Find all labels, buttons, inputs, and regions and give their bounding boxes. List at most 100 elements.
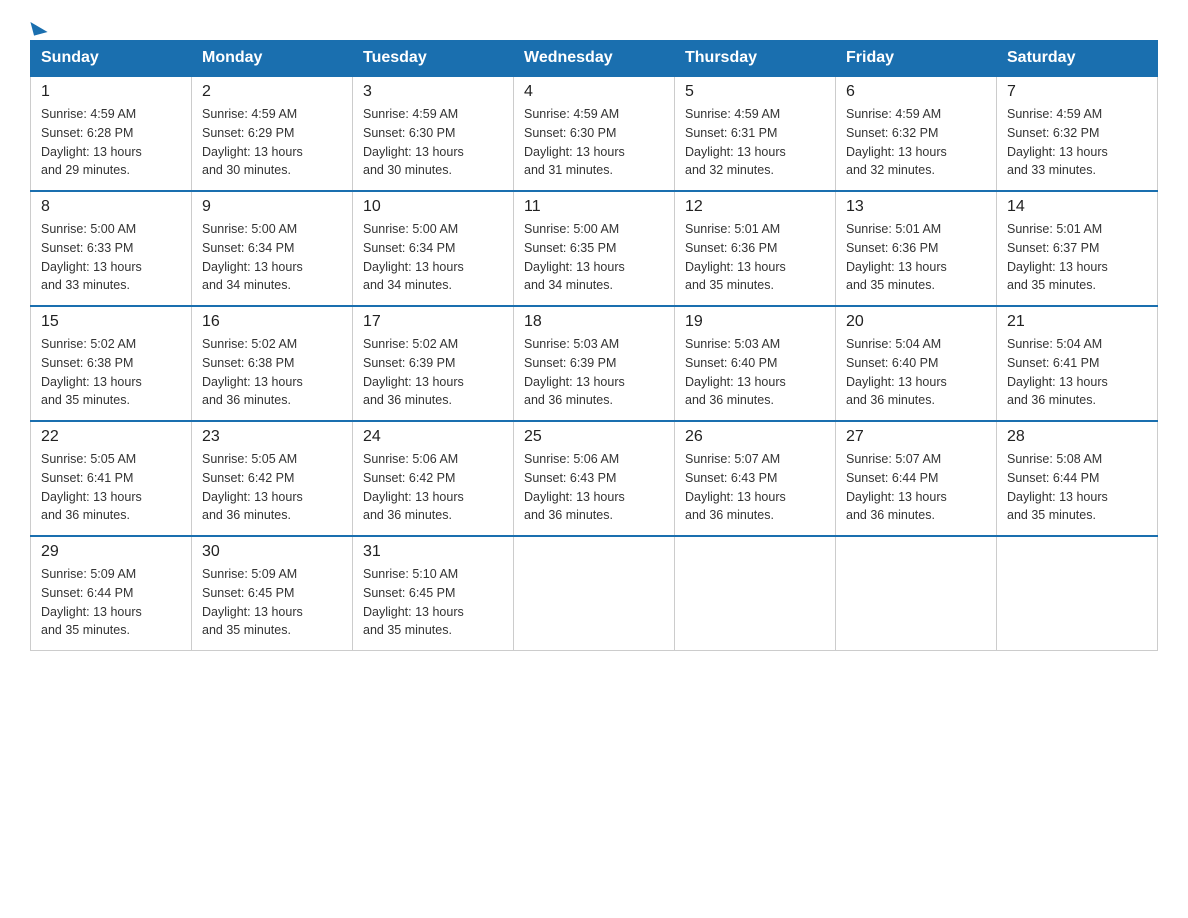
day-number: 9 <box>202 198 342 216</box>
day-info: Sunrise: 5:06 AMSunset: 6:42 PMDaylight:… <box>363 450 503 525</box>
day-number: 30 <box>202 543 342 561</box>
day-number: 4 <box>524 83 664 101</box>
day-number: 5 <box>685 83 825 101</box>
day-info: Sunrise: 5:03 AMSunset: 6:40 PMDaylight:… <box>685 335 825 410</box>
day-number: 20 <box>846 313 986 331</box>
calendar-cell: 11 Sunrise: 5:00 AMSunset: 6:35 PMDayligh… <box>514 191 675 306</box>
calendar-cell: 18 Sunrise: 5:03 AMSunset: 6:39 PMDayligh… <box>514 306 675 421</box>
header-wednesday: Wednesday <box>514 41 675 77</box>
day-info: Sunrise: 5:02 AMSunset: 6:39 PMDaylight:… <box>363 335 503 410</box>
day-info: Sunrise: 5:07 AMSunset: 6:44 PMDaylight:… <box>846 450 986 525</box>
day-number: 18 <box>524 313 664 331</box>
calendar-cell <box>514 536 675 651</box>
day-info: Sunrise: 5:04 AMSunset: 6:40 PMDaylight:… <box>846 335 986 410</box>
day-number: 22 <box>41 428 181 446</box>
calendar-week-4: 22 Sunrise: 5:05 AMSunset: 6:41 PMDayligh… <box>31 421 1158 536</box>
day-info: Sunrise: 5:05 AMSunset: 6:42 PMDaylight:… <box>202 450 342 525</box>
day-number: 23 <box>202 428 342 446</box>
day-info: Sunrise: 5:00 AMSunset: 6:34 PMDaylight:… <box>202 220 342 295</box>
calendar-cell <box>836 536 997 651</box>
day-info: Sunrise: 4:59 AMSunset: 6:30 PMDaylight:… <box>524 105 664 180</box>
day-info: Sunrise: 4:59 AMSunset: 6:32 PMDaylight:… <box>846 105 986 180</box>
day-number: 14 <box>1007 198 1147 216</box>
day-info: Sunrise: 4:59 AMSunset: 6:31 PMDaylight:… <box>685 105 825 180</box>
header-monday: Monday <box>192 41 353 77</box>
day-number: 7 <box>1007 83 1147 101</box>
day-info: Sunrise: 5:01 AMSunset: 6:37 PMDaylight:… <box>1007 220 1147 295</box>
day-info: Sunrise: 5:00 AMSunset: 6:34 PMDaylight:… <box>363 220 503 295</box>
calendar-cell: 17 Sunrise: 5:02 AMSunset: 6:39 PMDayligh… <box>353 306 514 421</box>
calendar-cell: 24Sunrise: 5:06 AMSunset: 6:42 PMDayligh… <box>353 421 514 536</box>
day-info: Sunrise: 5:09 AMSunset: 6:45 PMDaylight:… <box>202 565 342 640</box>
day-number: 8 <box>41 198 181 216</box>
day-info: Sunrise: 5:10 AMSunset: 6:45 PMDaylight:… <box>363 565 503 640</box>
day-number: 3 <box>363 83 503 101</box>
calendar-cell: 4 Sunrise: 4:59 AMSunset: 6:30 PMDaylight… <box>514 76 675 191</box>
calendar-cell: 12Sunrise: 5:01 AMSunset: 6:36 PMDayligh… <box>675 191 836 306</box>
calendar-cell: 2 Sunrise: 4:59 AMSunset: 6:29 PMDaylight… <box>192 76 353 191</box>
day-info: Sunrise: 5:02 AMSunset: 6:38 PMDaylight:… <box>41 335 181 410</box>
calendar-cell <box>997 536 1158 651</box>
calendar-cell: 1Sunrise: 4:59 AMSunset: 6:28 PMDaylight… <box>31 76 192 191</box>
day-info: Sunrise: 5:09 AMSunset: 6:44 PMDaylight:… <box>41 565 181 640</box>
day-info: Sunrise: 5:05 AMSunset: 6:41 PMDaylight:… <box>41 450 181 525</box>
calendar-week-5: 29 Sunrise: 5:09 AMSunset: 6:44 PMDayligh… <box>31 536 1158 651</box>
calendar-cell: 22 Sunrise: 5:05 AMSunset: 6:41 PMDayligh… <box>31 421 192 536</box>
header-sunday: Sunday <box>31 41 192 77</box>
day-info: Sunrise: 4:59 AMSunset: 6:30 PMDaylight:… <box>363 105 503 180</box>
day-info: Sunrise: 5:04 AMSunset: 6:41 PMDaylight:… <box>1007 335 1147 410</box>
day-number: 12 <box>685 198 825 216</box>
calendar-cell: 3 Sunrise: 4:59 AMSunset: 6:30 PMDaylight… <box>353 76 514 191</box>
calendar-week-3: 15 Sunrise: 5:02 AMSunset: 6:38 PMDayligh… <box>31 306 1158 421</box>
header-saturday: Saturday <box>997 41 1158 77</box>
calendar-cell: 23 Sunrise: 5:05 AMSunset: 6:42 PMDayligh… <box>192 421 353 536</box>
calendar-cell <box>675 536 836 651</box>
day-info: Sunrise: 5:02 AMSunset: 6:38 PMDaylight:… <box>202 335 342 410</box>
calendar-cell: 15 Sunrise: 5:02 AMSunset: 6:38 PMDayligh… <box>31 306 192 421</box>
calendar-cell: 28Sunrise: 5:08 AMSunset: 6:44 PMDayligh… <box>997 421 1158 536</box>
day-info: Sunrise: 4:59 AMSunset: 6:32 PMDaylight:… <box>1007 105 1147 180</box>
page-header <box>30 20 1158 30</box>
calendar-cell: 26Sunrise: 5:07 AMSunset: 6:43 PMDayligh… <box>675 421 836 536</box>
day-number: 29 <box>41 543 181 561</box>
header-friday: Friday <box>836 41 997 77</box>
day-info: Sunrise: 4:59 AMSunset: 6:28 PMDaylight:… <box>41 105 181 180</box>
calendar-cell: 27Sunrise: 5:07 AMSunset: 6:44 PMDayligh… <box>836 421 997 536</box>
calendar-table: SundayMondayTuesdayWednesdayThursdayFrid… <box>30 40 1158 651</box>
calendar-cell: 10Sunrise: 5:00 AMSunset: 6:34 PMDayligh… <box>353 191 514 306</box>
day-number: 31 <box>363 543 503 561</box>
calendar-cell: 25Sunrise: 5:06 AMSunset: 6:43 PMDayligh… <box>514 421 675 536</box>
calendar-cell: 13 Sunrise: 5:01 AMSunset: 6:36 PMDayligh… <box>836 191 997 306</box>
calendar-week-2: 8Sunrise: 5:00 AMSunset: 6:33 PMDaylight… <box>31 191 1158 306</box>
day-number: 25 <box>524 428 664 446</box>
day-info: Sunrise: 5:03 AMSunset: 6:39 PMDaylight:… <box>524 335 664 410</box>
day-number: 2 <box>202 83 342 101</box>
day-number: 15 <box>41 313 181 331</box>
day-number: 19 <box>685 313 825 331</box>
day-number: 16 <box>202 313 342 331</box>
calendar-cell: 30 Sunrise: 5:09 AMSunset: 6:45 PMDayligh… <box>192 536 353 651</box>
day-number: 17 <box>363 313 503 331</box>
calendar-cell: 8Sunrise: 5:00 AMSunset: 6:33 PMDaylight… <box>31 191 192 306</box>
calendar-cell: 20 Sunrise: 5:04 AMSunset: 6:40 PMDayligh… <box>836 306 997 421</box>
logo-text <box>30 20 48 34</box>
day-number: 13 <box>846 198 986 216</box>
day-number: 21 <box>1007 313 1147 331</box>
day-info: Sunrise: 4:59 AMSunset: 6:29 PMDaylight:… <box>202 105 342 180</box>
logo <box>30 20 48 30</box>
calendar-cell: 31 Sunrise: 5:10 AMSunset: 6:45 PMDayligh… <box>353 536 514 651</box>
calendar-cell: 6 Sunrise: 4:59 AMSunset: 6:32 PMDaylight… <box>836 76 997 191</box>
calendar-cell: 29 Sunrise: 5:09 AMSunset: 6:44 PMDayligh… <box>31 536 192 651</box>
calendar-cell: 9 Sunrise: 5:00 AMSunset: 6:34 PMDaylight… <box>192 191 353 306</box>
day-number: 6 <box>846 83 986 101</box>
day-info: Sunrise: 5:07 AMSunset: 6:43 PMDaylight:… <box>685 450 825 525</box>
logo-arrow-icon <box>30 18 47 35</box>
day-info: Sunrise: 5:01 AMSunset: 6:36 PMDaylight:… <box>846 220 986 295</box>
calendar-header-row: SundayMondayTuesdayWednesdayThursdayFrid… <box>31 41 1158 77</box>
calendar-cell: 19 Sunrise: 5:03 AMSunset: 6:40 PMDayligh… <box>675 306 836 421</box>
day-number: 11 <box>524 198 664 216</box>
day-number: 28 <box>1007 428 1147 446</box>
header-thursday: Thursday <box>675 41 836 77</box>
calendar-cell: 21 Sunrise: 5:04 AMSunset: 6:41 PMDayligh… <box>997 306 1158 421</box>
day-info: Sunrise: 5:00 AMSunset: 6:35 PMDaylight:… <box>524 220 664 295</box>
